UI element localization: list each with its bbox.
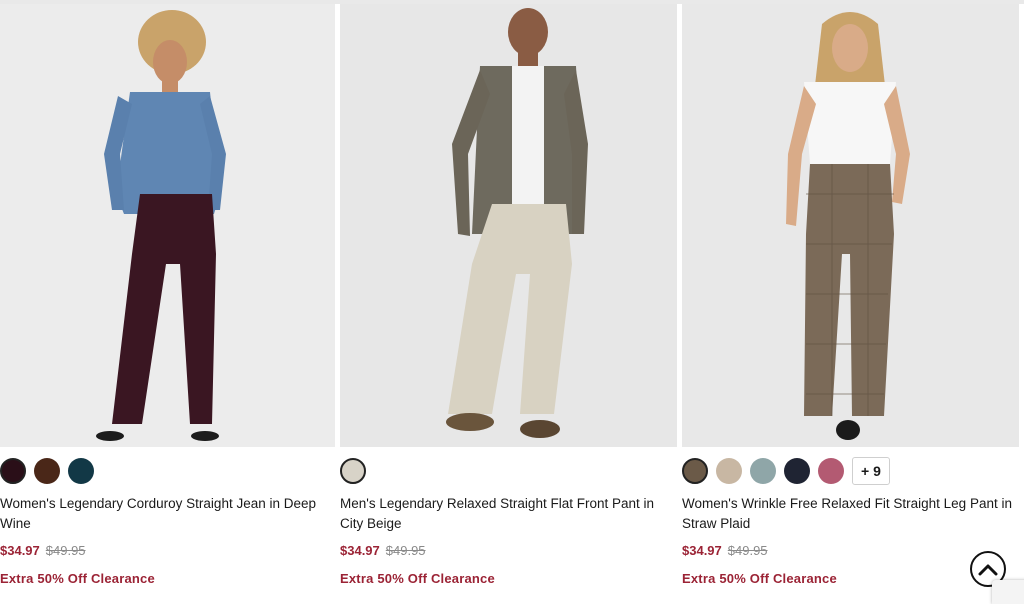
color-swatches: + 9: [682, 457, 1019, 485]
more-colors-button[interactable]: + 9: [852, 457, 890, 485]
sale-price: $34.97: [0, 543, 40, 558]
model-photo-man-beige-pant: [340, 4, 677, 447]
promo-label: Extra 50% Off Clearance: [682, 571, 837, 586]
promo-label: Extra 50% Off Clearance: [0, 571, 155, 586]
price-row: $34.97 $49.95: [0, 543, 335, 558]
product-title[interactable]: Men's Legendary Relaxed Straight Flat Fr…: [340, 494, 677, 534]
product-card[interactable]: + 9 Women's Wrinkle Free Relaxed Fit Str…: [682, 4, 1019, 586]
color-swatches: [0, 457, 335, 485]
color-swatch-rose[interactable]: [818, 458, 844, 484]
color-swatch-deep-wine[interactable]: [0, 458, 26, 484]
chevron-up-icon: [978, 564, 998, 576]
price-row: $34.97 $49.95: [682, 543, 1019, 558]
color-swatch-navy[interactable]: [784, 458, 810, 484]
color-swatch-brown[interactable]: [34, 458, 60, 484]
product-title[interactable]: Women's Wrinkle Free Relaxed Fit Straigh…: [682, 494, 1019, 534]
sale-price: $34.97: [340, 543, 380, 558]
product-title[interactable]: Women's Legendary Corduroy Straight Jean…: [0, 494, 335, 534]
product-card[interactable]: Women's Legendary Corduroy Straight Jean…: [0, 4, 335, 586]
original-price: $49.95: [727, 543, 768, 558]
color-swatch-city-beige[interactable]: [340, 458, 366, 484]
original-price: $49.95: [45, 543, 86, 558]
model-photo-woman-plaid-pant: [682, 4, 1019, 447]
original-price: $49.95: [385, 543, 426, 558]
color-swatch-tan[interactable]: [716, 458, 742, 484]
product-image[interactable]: [0, 4, 335, 447]
product-image[interactable]: [682, 4, 1019, 447]
model-photo-woman-corduroy: [0, 4, 335, 447]
color-swatches: [340, 457, 677, 485]
sale-price: $34.97: [682, 543, 722, 558]
product-card[interactable]: Men's Legendary Relaxed Straight Flat Fr…: [340, 4, 677, 586]
color-swatch-teal[interactable]: [68, 458, 94, 484]
recaptcha-badge[interactable]: [992, 580, 1024, 604]
color-swatch-straw-plaid[interactable]: [682, 458, 708, 484]
product-image[interactable]: [340, 4, 677, 447]
price-row: $34.97 $49.95: [340, 543, 677, 558]
color-swatch-sage[interactable]: [750, 458, 776, 484]
promo-label: Extra 50% Off Clearance: [340, 571, 495, 586]
